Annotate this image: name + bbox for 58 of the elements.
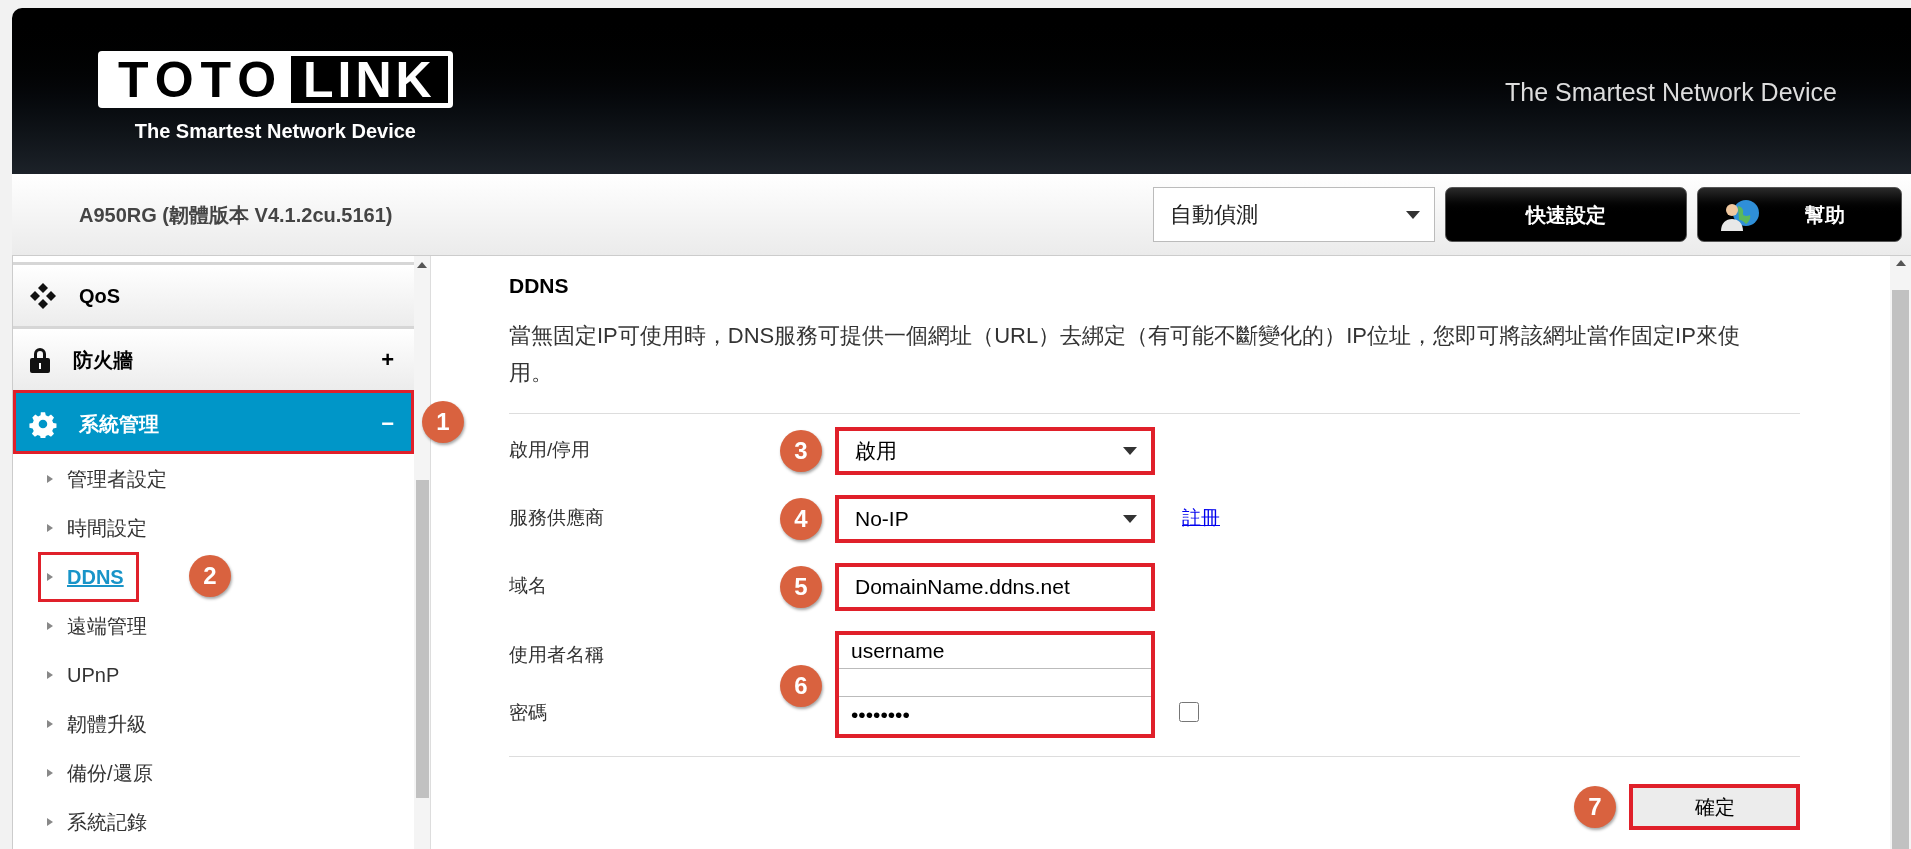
person-globe-icon [1720, 198, 1760, 232]
section-title: DDNS [509, 273, 570, 299]
scrollbar-thumb[interactable] [1892, 290, 1909, 849]
step-badge: 6 [780, 664, 822, 707]
sidebar-link[interactable]: 管理者設定 [67, 463, 167, 494]
caret-icon [1123, 514, 1137, 523]
caret-icon [1123, 446, 1137, 455]
caret-icon [1406, 210, 1420, 219]
bullet-icon [47, 523, 53, 532]
description: 當無固定IP可使用時，DNS服務可提供一個網址（URL）去綁定（有可能不斷變化的）IP位址，您即可將該網址當作固定IP來使用。 [509, 321, 1741, 387]
sidebar-link[interactable]: 遠端管理 [67, 610, 147, 641]
gear-icon [29, 409, 57, 438]
show-password-checkbox[interactable] [1179, 701, 1199, 722]
select-field[interactable]: No-IP [835, 494, 1155, 543]
field-label: 使用者名稱 [509, 642, 605, 667]
confirm-button[interactable]: 確定 [1629, 783, 1800, 830]
sidebar-group[interactable]: 防火牆 + [13, 326, 414, 390]
scrollbar-thumb[interactable] [415, 480, 429, 798]
bullet-icon [47, 768, 53, 777]
select-field[interactable]: 啟用 [835, 426, 1155, 475]
sidebar-link[interactable]: 系統記錄 [67, 806, 147, 837]
quick-setup-button[interactable]: 快速設定 [1445, 187, 1687, 242]
scroll-up-icon [1895, 260, 1906, 266]
scroll-up-icon [417, 262, 427, 268]
step-badge: 7 [1574, 785, 1616, 828]
field-label: 密碼 [509, 701, 548, 725]
step-badge: 1 [422, 401, 464, 443]
help-button[interactable]: 幫助 [1697, 187, 1902, 242]
expand-toggle[interactable]: + [381, 343, 394, 376]
sidebar-link[interactable]: UPnP [67, 659, 120, 690]
bullet-icon [47, 817, 53, 826]
logo: TOTO LINK [98, 51, 453, 108]
diamonds-icon [29, 281, 57, 310]
step-badge: 2 [189, 555, 231, 597]
step-badge: 5 [780, 565, 822, 608]
scrollbar[interactable] [1890, 256, 1911, 849]
bullet-icon [47, 474, 53, 483]
bullet-icon [47, 719, 53, 728]
bullet-icon [47, 670, 53, 679]
field-label: 啟用/停用 [509, 439, 591, 461]
model-version: A950RG (韌體版本 V4.1.2cu.5161) [79, 202, 393, 228]
step-badge: 4 [780, 497, 822, 540]
sidebar-link[interactable]: 備份/還原 [67, 757, 153, 788]
lock-icon [29, 345, 51, 374]
text-field[interactable]: DomainName.ddns.net [835, 562, 1155, 611]
bullet-icon [47, 621, 53, 630]
language-select[interactable]: 自動偵測 [1153, 187, 1435, 242]
slogan: The Smartest Network Device [1504, 77, 1837, 108]
sidebar-group[interactable]: QoS [13, 262, 414, 326]
sidebar-link[interactable]: 時間設定 [67, 512, 147, 543]
step-badge: 3 [780, 429, 822, 472]
scrollbar[interactable] [414, 256, 430, 849]
register-link[interactable]: 註冊 [1182, 504, 1220, 533]
field-label: 服務供應商 [509, 507, 604, 529]
sidebar-link[interactable]: 韌體升級 [67, 708, 147, 739]
field-label: 域名 [509, 575, 547, 597]
bullet-icon [47, 572, 53, 581]
logo-tagline: The Smartest Network Device [134, 119, 416, 144]
